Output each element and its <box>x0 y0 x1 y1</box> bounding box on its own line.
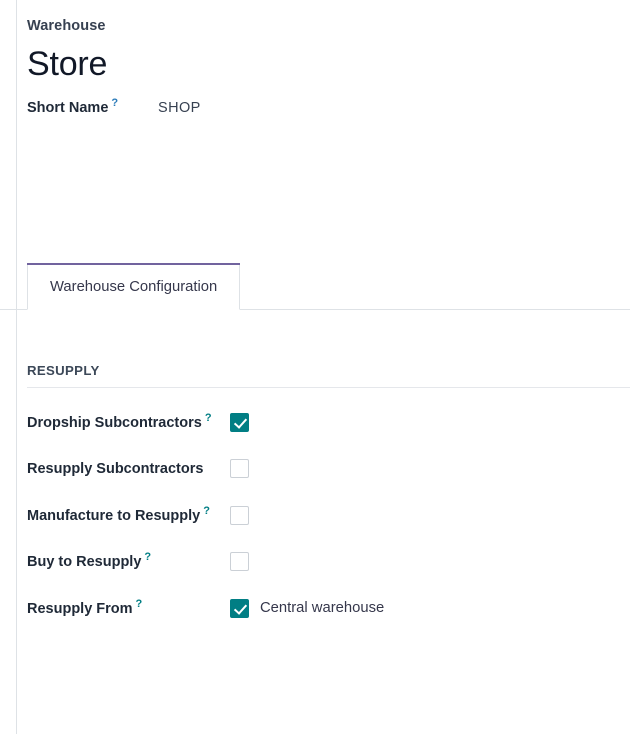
short-name-value[interactable]: SHOP <box>158 100 201 116</box>
setting-label-text: Buy to Resupply <box>27 554 142 571</box>
setting-label-text: Resupply Subcontractors <box>27 461 204 478</box>
setting-row: Resupply Subcontractors <box>27 456 630 482</box>
setting-label-manufacture-to-resupply: Manufacture to Resupply? <box>27 503 230 529</box>
warehouse-form-page: Warehouse Store Short Name? SHOP Warehou… <box>0 0 630 734</box>
resupply-group: RESUPPLY Dropship Subcontractors? Resupp… <box>27 363 630 622</box>
setting-label-text: Dropship Subcontractors <box>27 415 202 431</box>
short-name-label: Short Name? <box>27 97 158 116</box>
notebook-tab-bar: Warehouse Configuration <box>0 263 630 310</box>
setting-row: Manufacture to Resupply? <box>27 503 630 529</box>
setting-label-resupply-subcontractors: Resupply Subcontractors <box>27 456 230 482</box>
setting-label-resupply-from: Resupply From? <box>27 596 230 622</box>
checkbox-value-text: Central warehouse <box>260 600 385 616</box>
help-icon[interactable]: ? <box>136 598 143 610</box>
short-name-field-row: Short Name? SHOP <box>27 97 630 116</box>
setting-row: Dropship Subcontractors? <box>27 410 630 436</box>
left-divider <box>16 0 17 734</box>
checkbox-dropship-subcontractors[interactable] <box>230 413 249 432</box>
setting-label-text: Manufacture to Resupply <box>27 507 201 524</box>
help-icon[interactable]: ? <box>205 412 212 424</box>
setting-control <box>230 549 260 572</box>
setting-label-buy-to-resupply: Buy to Resupply? <box>27 549 230 575</box>
help-icon[interactable]: ? <box>144 551 151 563</box>
page-title: Store <box>27 45 108 84</box>
breadcrumb: Warehouse <box>27 18 106 34</box>
tab-label: Warehouse Configuration <box>50 278 218 295</box>
group-title-resupply: RESUPPLY <box>27 363 630 388</box>
setting-control <box>230 503 260 525</box>
resupply-settings-list: Dropship Subcontractors? Resupply Subcon… <box>27 410 630 622</box>
setting-control <box>230 410 260 432</box>
setting-control <box>230 456 260 479</box>
setting-control: Central warehouse <box>230 596 384 618</box>
setting-label-text: Resupply From <box>27 600 133 617</box>
help-icon[interactable]: ? <box>111 97 118 109</box>
checkbox-resupply-from-central-warehouse[interactable] <box>230 598 249 618</box>
checkbox-resupply-subcontractors[interactable] <box>230 459 249 479</box>
form-header: Warehouse Store Short Name? SHOP <box>27 0 630 116</box>
tab-warehouse-configuration[interactable]: Warehouse Configuration <box>27 263 241 310</box>
setting-row: Buy to Resupply? <box>27 549 630 575</box>
setting-label-dropship-subcontractors: Dropship Subcontractors? <box>27 410 230 436</box>
checkbox-buy-to-resupply[interactable] <box>230 552 249 572</box>
help-icon[interactable]: ? <box>203 505 210 517</box>
checkbox-manufacture-to-resupply[interactable] <box>230 505 249 525</box>
setting-row: Resupply From? Central warehouse <box>27 596 630 622</box>
notebook: Warehouse Configuration <box>0 263 630 310</box>
short-name-label-text: Short Name <box>27 99 109 116</box>
